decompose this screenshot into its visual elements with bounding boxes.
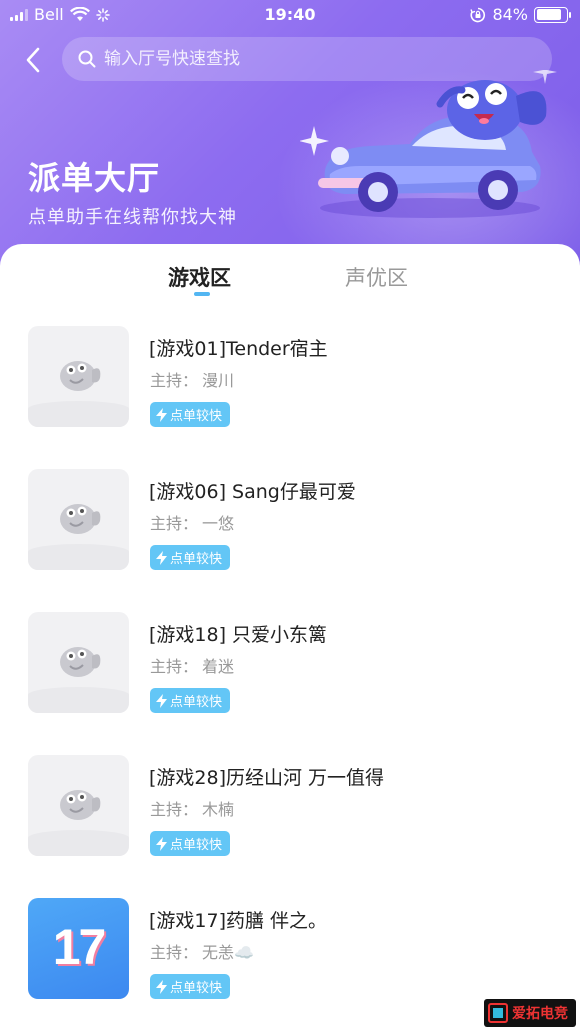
tab-games[interactable]: 游戏区 bbox=[168, 262, 231, 292]
room-host: 主持： 漫川 bbox=[150, 367, 234, 391]
mascot-car-illustration bbox=[300, 70, 557, 218]
placeholder-fish-icon bbox=[60, 504, 101, 534]
placeholder-fish-icon bbox=[60, 647, 101, 677]
placeholder-fish-icon bbox=[60, 361, 101, 391]
room-host-prefix: 主持： bbox=[150, 514, 199, 533]
chevron-left-icon bbox=[26, 47, 40, 73]
room-host-name: 漫川 bbox=[202, 371, 235, 390]
watermark-text: 爱拓电竞 bbox=[512, 1006, 568, 1022]
room-host: 主持： 无恙☁️ bbox=[150, 939, 254, 963]
badge-label: 点单较快 bbox=[170, 409, 223, 424]
fast-order-badge: 点单较快 bbox=[150, 974, 231, 999]
status-right: 84% bbox=[470, 5, 571, 24]
room-title: [游戏17]药膳 伴之。 bbox=[149, 910, 328, 932]
room-title: [游戏06] Sang仔最可爱 bbox=[149, 481, 356, 503]
room-thumbnail: 17 bbox=[28, 898, 129, 999]
room-host: 主持： 着迷 bbox=[150, 653, 234, 677]
room-list-item[interactable]: [游戏28]历经山河 万一值得 主持： 木楠点单较快 bbox=[28, 755, 558, 857]
battery-icon bbox=[534, 6, 571, 23]
room-thumbnail bbox=[28, 326, 129, 427]
room-host-name: 着迷 bbox=[202, 657, 235, 676]
fast-order-badge: 点单较快 bbox=[150, 545, 231, 570]
room-list-item[interactable]: [游戏06] Sang仔最可爱 主持： 一悠点单较快 bbox=[28, 469, 558, 571]
tab-indicator bbox=[194, 292, 210, 296]
content-sheet: 游戏区 声优区 [游戏01]Tender宿主 主持： 漫川 点单较快 [游戏06] Sa… bbox=[0, 244, 580, 1031]
badge-label: 点单较快 bbox=[170, 981, 223, 996]
badge-label: 点单较快 bbox=[170, 838, 223, 853]
search-input[interactable] bbox=[104, 49, 524, 69]
room-host-name: 木楠 bbox=[202, 800, 235, 819]
lightning-icon bbox=[156, 693, 167, 708]
lightning-icon bbox=[156, 836, 167, 851]
page-subtitle: 点单助手在线帮你找大神 bbox=[28, 207, 237, 228]
room-thumbnail-number: 17 bbox=[52, 919, 107, 975]
room-host-name: 一悠 bbox=[202, 514, 235, 533]
room-host-prefix: 主持： bbox=[150, 657, 199, 676]
room-list-item[interactable]: 17 [游戏17]药膳 伴之。 主持： 无恙☁️ 点单较快 bbox=[28, 898, 558, 1000]
room-thumbnail bbox=[28, 469, 129, 570]
tab-voice-actors[interactable]: 声优区 bbox=[345, 262, 408, 292]
thumbnail-floor bbox=[28, 401, 129, 427]
tab-bar: 游戏区 声优区 bbox=[0, 244, 580, 304]
room-list-item[interactable]: [游戏01]Tender宿主 主持： 漫川点单较快 bbox=[28, 326, 558, 428]
room-thumbnail bbox=[28, 755, 129, 856]
lightning-icon bbox=[156, 550, 167, 565]
page-title: 派单大厅 bbox=[28, 159, 161, 197]
badge-label: 点单较快 bbox=[170, 552, 223, 567]
room-host-prefix: 主持： bbox=[150, 371, 199, 390]
lightning-icon bbox=[156, 979, 167, 994]
room-host-prefix: 主持： bbox=[150, 800, 199, 819]
room-title: [游戏28]历经山河 万一值得 bbox=[149, 767, 385, 789]
fast-order-badge: 点单较快 bbox=[150, 402, 231, 427]
thumbnail-floor bbox=[28, 687, 129, 713]
thumbnail-floor bbox=[28, 544, 129, 570]
watermark-logo: 爱拓电竞 bbox=[484, 999, 576, 1027]
badge-label: 点单较快 bbox=[170, 695, 223, 710]
room-thumbnail bbox=[28, 612, 129, 713]
orientation-lock-icon bbox=[470, 7, 486, 22]
room-title: [游戏01]Tender宿主 bbox=[149, 338, 328, 360]
status-bar: Bell 19:40 84% bbox=[0, 0, 580, 30]
thumbnail-floor bbox=[28, 830, 129, 856]
room-title: [游戏18] 只爱小东篱 bbox=[149, 624, 328, 646]
fast-order-badge: 点单较快 bbox=[150, 688, 231, 713]
battery-percent: 84% bbox=[492, 5, 528, 24]
room-host-name: 无恙☁️ bbox=[202, 943, 254, 962]
fast-order-badge: 点单较快 bbox=[150, 831, 231, 856]
room-list-item[interactable]: [游戏18] 只爱小东篱 主持： 着迷点单较快 bbox=[28, 612, 558, 714]
search-icon bbox=[78, 50, 96, 68]
watermark-icon bbox=[488, 1003, 508, 1023]
room-host-prefix: 主持： bbox=[150, 943, 199, 962]
lightning-icon bbox=[156, 407, 167, 422]
battery-fill bbox=[536, 9, 561, 20]
back-button[interactable] bbox=[18, 42, 48, 78]
room-host: 主持： 一悠 bbox=[150, 510, 234, 534]
room-host: 主持： 木楠 bbox=[150, 796, 234, 820]
placeholder-fish-icon bbox=[60, 790, 101, 820]
